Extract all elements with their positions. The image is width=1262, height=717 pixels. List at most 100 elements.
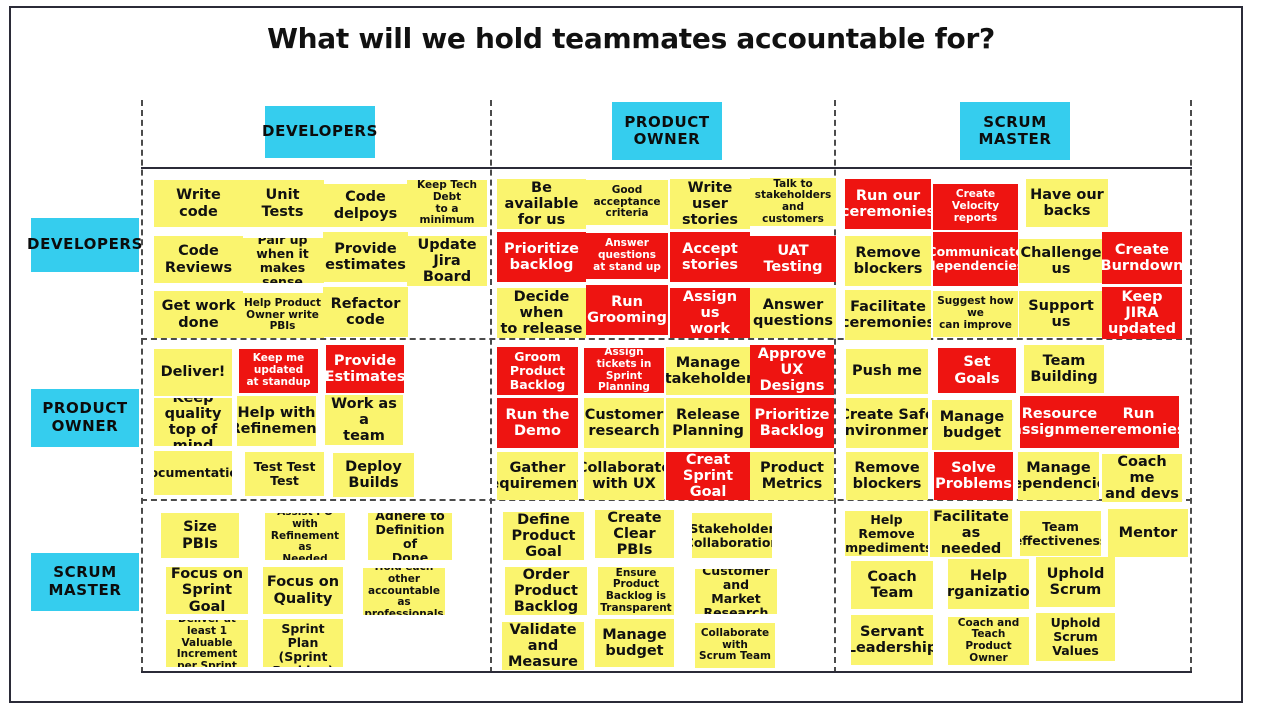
sticky-note[interactable]: Hold each other accountable as professio… [363,568,445,615]
sticky-note[interactable]: Help with Refinement [237,396,316,446]
sticky-note[interactable]: Suggest how we can improve [933,291,1018,337]
sticky-note[interactable]: Prioritize backlog [497,232,586,282]
sticky-note[interactable]: Define Product Goal [503,512,584,560]
sticky-note[interactable]: Support us [1019,291,1103,337]
sticky-note[interactable]: Facilitate as needed [930,509,1012,557]
sticky-note[interactable]: Work as a team [325,395,403,445]
sticky-note[interactable]: Keep me updated at standup [239,349,318,393]
sticky-note[interactable]: Run our ceremonies [845,179,931,229]
sticky-note[interactable]: Team Building [1024,345,1104,393]
sticky-note[interactable]: Remove blockers [845,236,931,286]
sticky-note[interactable]: Be available for us [497,179,586,229]
column-divider-left [141,100,143,673]
sticky-note[interactable]: Get work done [154,291,243,338]
sticky-note[interactable]: Update Jira Board [407,236,487,286]
accountability-matrix: DEVELOPERS PRODUCT OWNER SCRUM MASTER Wr… [141,100,1192,673]
sticky-note[interactable]: Answer questions at stand up [586,233,668,279]
sticky-note[interactable]: Deliver! [154,349,232,396]
sticky-note[interactable]: Run Grooming [586,285,668,335]
sticky-note[interactable]: Accept stories [670,232,750,282]
sticky-note[interactable]: Manage Stakeholders [666,347,750,395]
sticky-note[interactable]: Run the Demo [497,398,578,448]
sticky-note[interactable]: Keep Tech Debt to a minimum [407,180,487,227]
sticky-note[interactable]: Challenge us [1019,239,1103,283]
sticky-note[interactable]: Solve Problems [934,452,1013,500]
sticky-note[interactable]: Set Goals [938,348,1016,393]
sticky-note[interactable]: Stakeholder Collaboration [692,513,772,558]
sticky-note[interactable]: Decide when to release [497,288,586,338]
sticky-note[interactable]: Create Safe environment [846,398,928,448]
column-divider-1 [490,100,492,673]
sticky-note[interactable]: Adhere to Definition of Done [368,513,452,560]
sticky-note[interactable]: Write user stories [670,179,750,229]
sticky-note[interactable]: Ensure Product Backlog is Transparent [598,567,674,615]
sticky-note[interactable]: Talk to stakeholders and customers [750,178,836,226]
sticky-note[interactable]: Focus on Sprint Goal [166,567,248,614]
sticky-note[interactable]: Servant Leadership [851,615,933,665]
sticky-note[interactable]: Deploy Builds [333,453,414,497]
sticky-note[interactable]: Size PBIs [161,513,239,558]
sticky-note[interactable]: Resource assignment [1020,396,1099,448]
sticky-note[interactable]: Provide Estimates [326,345,404,393]
column-header-developers: DEVELOPERS [262,106,377,158]
sticky-note[interactable]: Manage budget [932,400,1012,450]
sticky-note[interactable]: Refactor code [323,287,408,337]
sticky-note[interactable]: Uphold Scrum Values [1036,613,1115,661]
sticky-note[interactable]: Assign us work [670,288,750,338]
sticky-note[interactable]: Coach and Teach Product Owner [948,617,1029,665]
sticky-note[interactable]: Customer research [584,398,664,448]
row-header-scrum-master: SCRUM MASTER [31,553,139,611]
sticky-note[interactable]: Gather requirements [497,452,578,500]
sticky-note[interactable]: Groom Product Backlog [497,347,578,395]
sticky-note[interactable]: Create Clear PBIs [595,510,674,558]
sticky-note[interactable]: Good acceptance criteria [586,180,668,225]
sticky-note[interactable]: Assign tickets in Sprint Planning [584,348,664,393]
sticky-note[interactable]: Collaborate with Scrum Team [695,623,775,668]
sticky-note[interactable]: Coach Team [851,561,933,609]
sticky-note[interactable]: Product Metrics [750,452,834,500]
sticky-note[interactable]: UAT Testing [750,236,836,282]
sticky-note[interactable]: Help Remove Impediments [845,511,928,556]
sticky-note[interactable]: Help Product Owner write PBIs [241,293,324,338]
sticky-note[interactable]: Uphold Scrum [1036,557,1115,607]
screenshot-page: What will we hold teammates accountable … [0,0,1262,717]
sticky-note[interactable]: Push me [846,349,928,394]
sticky-note[interactable]: Help organization [948,559,1029,609]
sticky-note[interactable]: Code delpoys [323,184,408,227]
sticky-note[interactable]: Own the Sprint Plan (Sprint Backlog) [263,619,343,667]
sticky-note[interactable]: Keep quality top of mind [154,398,232,446]
sticky-note[interactable]: Release Planning [666,398,750,448]
sticky-note[interactable]: Approve UX Designs [750,345,834,395]
sticky-note[interactable]: Prioritize Backlog [750,398,834,448]
sticky-note[interactable]: Answer questions [750,288,836,338]
sticky-note[interactable]: Have our backs [1026,179,1108,227]
sticky-note[interactable]: Customer and Market Research [695,569,777,614]
sticky-note[interactable]: Provide estimates [323,232,408,282]
sticky-note[interactable]: Code Reviews [154,236,243,283]
sticky-note[interactable]: Test Test Test [245,452,324,496]
sticky-note[interactable]: Order Product Backlog [505,567,587,615]
sticky-note[interactable]: Coach me and devs [1102,454,1182,502]
sticky-note[interactable]: Run ceremonies [1098,396,1179,448]
sticky-note[interactable]: Create Velocity reports [933,184,1018,230]
sticky-note[interactable]: Validate and Measure [502,622,584,670]
sticky-note[interactable]: Creat Sprint Goal [666,452,750,500]
sticky-note[interactable]: Write code [154,180,243,227]
sticky-note[interactable]: Facilitate ceremonies [845,290,931,340]
sticky-note[interactable]: Collaborate with UX [584,452,664,500]
sticky-note[interactable]: Documentation [154,451,232,495]
sticky-note[interactable]: Unit Tests [241,180,324,227]
sticky-note[interactable]: Assist PO with Refinement as Needed [265,513,345,560]
sticky-note[interactable]: Focus on Quality [263,567,343,614]
sticky-note[interactable]: Remove blockers [846,452,928,500]
sticky-note[interactable]: Manage budget [595,619,674,667]
column-divider-right [1190,100,1192,673]
sticky-note[interactable]: Communicate dependencies [933,232,1018,286]
sticky-note[interactable]: Mentor [1108,509,1188,557]
sticky-note[interactable]: Pair up when it makes sense [241,238,324,283]
sticky-note[interactable]: Create Burndown [1102,232,1182,284]
sticky-note[interactable]: Keep JIRA updated [1102,287,1182,339]
sticky-note[interactable]: Team effectiveness [1020,511,1101,556]
sticky-note[interactable]: Deliver at least 1 Valuable Increment pe… [166,620,248,667]
sticky-note[interactable]: Manage dependencies [1018,452,1099,500]
